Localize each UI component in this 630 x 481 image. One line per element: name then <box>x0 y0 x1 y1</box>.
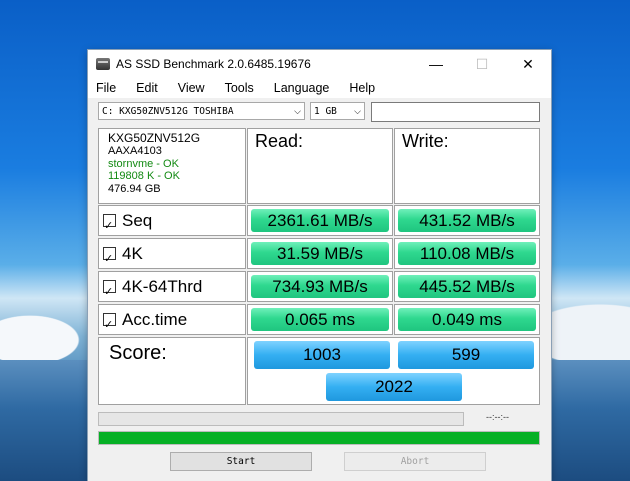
seq-write-cell: 431.52 MB/s <box>394 205 540 236</box>
driver-status: stornvme - OK <box>108 157 179 170</box>
drive-info-panel: KXG50ZNV512G AAXA4103 stornvme - OK 1198… <box>98 128 246 204</box>
drive-firmware: AAXA4103 <box>108 145 162 157</box>
score-write: 599 <box>398 341 534 369</box>
test-row-acctime: Acc.time 0.065 ms 0.049 ms <box>98 304 540 339</box>
drive-select[interactable]: C: KXG50ZNV512G TOSHIBA ⌵ <box>98 102 305 120</box>
seq-checkbox[interactable]: Seq <box>98 205 246 240</box>
acctime-checkbox[interactable]: Acc.time <box>98 304 246 339</box>
title-bar[interactable]: AS SSD Benchmark 2.0.6485.19676 — ☐ ✕ <box>88 50 551 78</box>
checkbox-checked-icon <box>103 310 116 339</box>
seq-read-value: 2361.61 MB/s <box>251 209 389 232</box>
app-drive-icon <box>96 58 110 70</box>
4k64-read-value: 734.93 MB/s <box>251 275 389 298</box>
test-label: 4K-64Thrd <box>122 277 203 296</box>
4k-read-value: 31.59 MB/s <box>251 242 389 265</box>
read-header: Read: <box>247 128 393 204</box>
app-window: AS SSD Benchmark 2.0.6485.19676 — ☐ ✕ Fi… <box>88 50 551 481</box>
elapsed-time: --:--:-- <box>486 412 509 422</box>
test-row-4k64: 4K-64Thrd 734.93 MB/s 445.52 MB/s <box>98 271 540 306</box>
close-button[interactable]: ✕ <box>505 50 551 78</box>
4k-write-cell: 110.08 MB/s <box>394 238 540 269</box>
chevron-down-icon: ⌵ <box>354 107 361 117</box>
test-progress-bar <box>98 412 464 426</box>
acctime-write-cell: 0.049 ms <box>394 304 540 335</box>
start-button[interactable]: Start <box>170 452 312 471</box>
test-row-4k: 4K 31.59 MB/s 110.08 MB/s <box>98 238 540 273</box>
menu-tools[interactable]: Tools <box>225 81 254 95</box>
write-header: Write: <box>394 128 540 204</box>
menu-view[interactable]: View <box>178 81 205 95</box>
checkbox-checked-icon <box>103 244 116 273</box>
score-area: Score: 1003 599 2022 <box>98 337 540 405</box>
score-label: Score: <box>98 337 246 405</box>
4k-read-cell: 31.59 MB/s <box>247 238 393 269</box>
minimize-button[interactable]: — <box>413 50 459 78</box>
window-title: AS SSD Benchmark 2.0.6485.19676 <box>116 57 311 71</box>
menu-help[interactable]: Help <box>349 81 375 95</box>
4k64-checkbox[interactable]: 4K-64Thrd <box>98 271 246 306</box>
4k-write-value: 110.08 MB/s <box>398 242 536 265</box>
test-label: 4K <box>122 244 143 263</box>
score-total: 2022 <box>326 373 462 401</box>
4k64-write-value: 445.52 MB/s <box>398 275 536 298</box>
text-field[interactable] <box>371 102 540 122</box>
menu-language[interactable]: Language <box>274 81 330 95</box>
acctime-read-value: 0.065 ms <box>251 308 389 331</box>
menu-file[interactable]: File <box>96 81 116 95</box>
seq-read-cell: 2361.61 MB/s <box>247 205 393 236</box>
test-row-seq: Seq 2361.61 MB/s 431.52 MB/s <box>98 205 540 240</box>
overall-progress-fill <box>99 432 539 444</box>
score-box: 1003 599 2022 <box>247 337 540 405</box>
4k-checkbox[interactable]: 4K <box>98 238 246 273</box>
size-select[interactable]: 1 GB ⌵ <box>310 102 365 120</box>
checkbox-checked-icon <box>103 277 116 306</box>
drive-model: KXG50ZNV512G <box>108 131 201 145</box>
acctime-write-value: 0.049 ms <box>398 308 536 331</box>
test-label: Acc.time <box>122 310 188 329</box>
toolbar: C: KXG50ZNV512G TOSHIBA ⌵ 1 GB ⌵ <box>98 102 541 122</box>
score-read: 1003 <box>254 341 390 369</box>
maximize-button[interactable]: ☐ <box>459 50 505 78</box>
chevron-down-icon: ⌵ <box>294 107 301 117</box>
test-label: Seq <box>122 211 153 230</box>
drive-select-value: C: KXG50ZNV512G TOSHIBA <box>102 106 234 117</box>
menu-bar: File Edit View Tools Language Help <box>88 78 551 98</box>
checkbox-checked-icon <box>103 211 116 240</box>
acctime-read-cell: 0.065 ms <box>247 304 393 335</box>
overall-progress-bar <box>98 431 540 445</box>
seq-write-value: 431.52 MB/s <box>398 209 536 232</box>
drive-capacity: 476.94 GB <box>108 182 161 195</box>
menu-edit[interactable]: Edit <box>136 81 158 95</box>
4k64-read-cell: 734.93 MB/s <box>247 271 393 302</box>
abort-button[interactable]: Abort <box>344 452 486 471</box>
4k64-write-cell: 445.52 MB/s <box>394 271 540 302</box>
size-select-value: 1 GB <box>314 106 337 117</box>
alignment-status: 119808 K - OK <box>108 170 180 182</box>
